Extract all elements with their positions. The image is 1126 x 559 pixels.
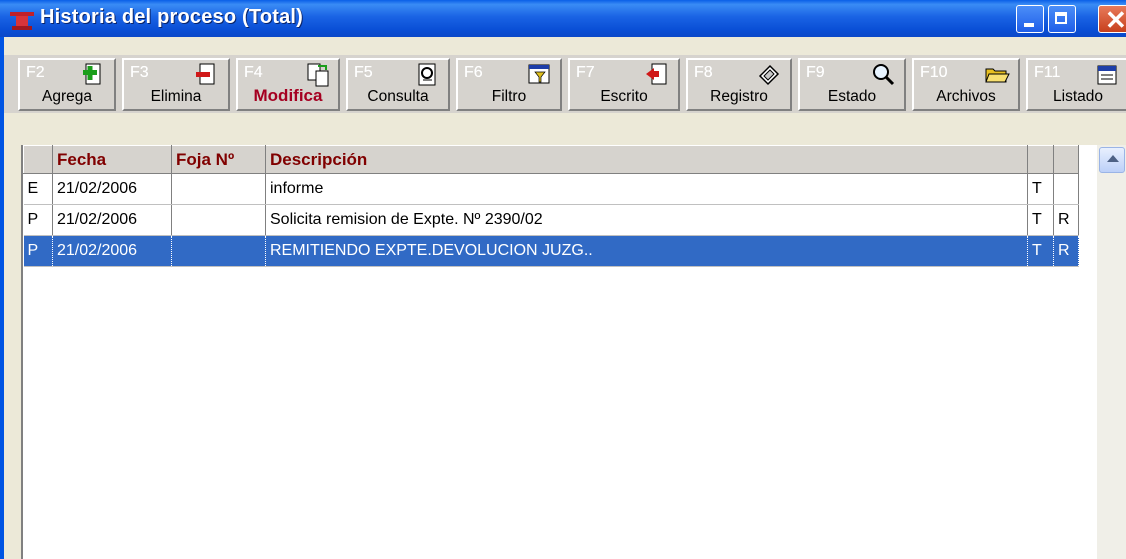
modifica-button[interactable]: F4 Modifica [236, 58, 340, 111]
button-label: Filtro [491, 88, 527, 105]
button-label: Modifica [253, 86, 323, 105]
list-icon [1097, 65, 1117, 85]
escrito-button[interactable]: F7 Escrito [568, 58, 680, 111]
register-icon [758, 64, 780, 86]
column-header-type[interactable] [23, 145, 53, 174]
table-row[interactable]: E 21/02/2006 informe T [23, 173, 1079, 205]
cell-fecha: 21/02/2006 [52, 204, 172, 236]
maximize-button[interactable] [1048, 5, 1076, 33]
key-label: F8 [694, 64, 713, 81]
cell-c5: T [1027, 204, 1054, 236]
consulta-button[interactable]: F5 Consulta [346, 58, 450, 111]
folder-icon [985, 68, 1010, 83]
cell-type: P [23, 235, 53, 267]
key-label: F4 [244, 64, 263, 81]
archivos-button[interactable]: F10 Archivos [912, 58, 1020, 111]
elimina-button[interactable]: F3 Elimina [122, 58, 230, 111]
close-button[interactable]: ✕ [1098, 5, 1126, 35]
button-label: Consulta [367, 88, 429, 105]
cell-c5: T [1027, 235, 1054, 267]
column-header-descripcion[interactable]: Descripción [265, 145, 1028, 174]
table-row-selected[interactable]: P 21/02/2006 REMITIENDO EXPTE.DEVOLUCION… [23, 235, 1079, 267]
key-label: F11 [1034, 64, 1061, 81]
key-label: F9 [806, 64, 825, 81]
cell-descripcion: REMITIENDO EXPTE.DEVOLUCION JUZG.. [265, 235, 1028, 267]
button-label: Archivos [936, 88, 996, 105]
cell-c6 [1053, 173, 1079, 205]
cell-descripcion: informe [265, 173, 1028, 205]
key-label: F10 [920, 64, 948, 81]
add-document-icon [83, 63, 101, 85]
column-header-foja[interactable]: Foja Nº [171, 145, 266, 174]
button-label: Elimina [150, 88, 202, 105]
toolbar: F2 Agrega F3 Elimina F4 Modifica F5 Cons… [4, 37, 1126, 133]
button-label: Agrega [42, 88, 92, 105]
button-label: Estado [827, 88, 877, 105]
cell-type: E [23, 173, 53, 205]
cell-type: P [23, 204, 53, 236]
button-label: Escrito [600, 88, 648, 105]
history-grid[interactable]: Fecha Foja Nº Descripción E 21/02/2006 i… [21, 145, 1099, 559]
agrega-button[interactable]: F2 Agrega [18, 58, 116, 111]
cell-descripcion: Solicita remision de Expte. Nº 2390/02 [265, 204, 1028, 236]
registro-button[interactable]: F8 Registro [686, 58, 792, 111]
estado-button[interactable]: F9 Estado [798, 58, 906, 111]
minimize-icon [1024, 23, 1034, 27]
window-title: Historia del proceso (Total) [40, 6, 304, 28]
key-label: F5 [354, 64, 373, 81]
title-bar[interactable]: Historia del proceso (Total) ✕ [0, 0, 1126, 37]
magnifier-icon [873, 64, 895, 86]
column-header-5[interactable] [1027, 145, 1054, 174]
remove-document-icon [196, 63, 215, 85]
cell-c5: T [1027, 173, 1054, 205]
listado-button[interactable]: F11 Listado [1026, 58, 1126, 111]
cell-foja [171, 235, 266, 267]
minimize-button[interactable] [1016, 5, 1044, 33]
cell-foja [171, 173, 266, 205]
button-label: Registro [710, 88, 768, 105]
column-header-fecha[interactable]: Fecha [52, 145, 172, 174]
key-label: F7 [576, 64, 595, 81]
table-row[interactable]: P 21/02/2006 Solicita remision de Expte.… [23, 204, 1079, 236]
edit-document-icon [307, 63, 329, 87]
maximize-icon [1055, 12, 1067, 24]
cell-c6: R [1053, 204, 1079, 236]
close-icon: ✕ [1105, 5, 1126, 35]
vertical-scrollbar[interactable] [1097, 145, 1126, 559]
write-document-icon [646, 63, 667, 85]
view-document-icon [418, 63, 436, 86]
column-header-6[interactable] [1053, 145, 1079, 174]
header-row: Fecha Foja Nº Descripción [23, 145, 1079, 174]
key-label: F3 [130, 64, 149, 81]
scroll-up-button[interactable] [1099, 147, 1125, 173]
app-icon [10, 12, 34, 30]
chevron-up-icon [1107, 155, 1119, 162]
button-label: Listado [1053, 88, 1103, 105]
cell-foja [171, 204, 266, 236]
cell-fecha: 21/02/2006 [52, 173, 172, 205]
key-label: F6 [464, 64, 483, 81]
cell-c6: R [1053, 235, 1079, 267]
history-table: Fecha Foja Nº Descripción E 21/02/2006 i… [23, 145, 1079, 267]
filter-icon [528, 64, 550, 84]
key-label: F2 [26, 64, 45, 81]
filtro-button[interactable]: F6 Filtro [456, 58, 562, 111]
cell-fecha: 21/02/2006 [52, 235, 172, 267]
